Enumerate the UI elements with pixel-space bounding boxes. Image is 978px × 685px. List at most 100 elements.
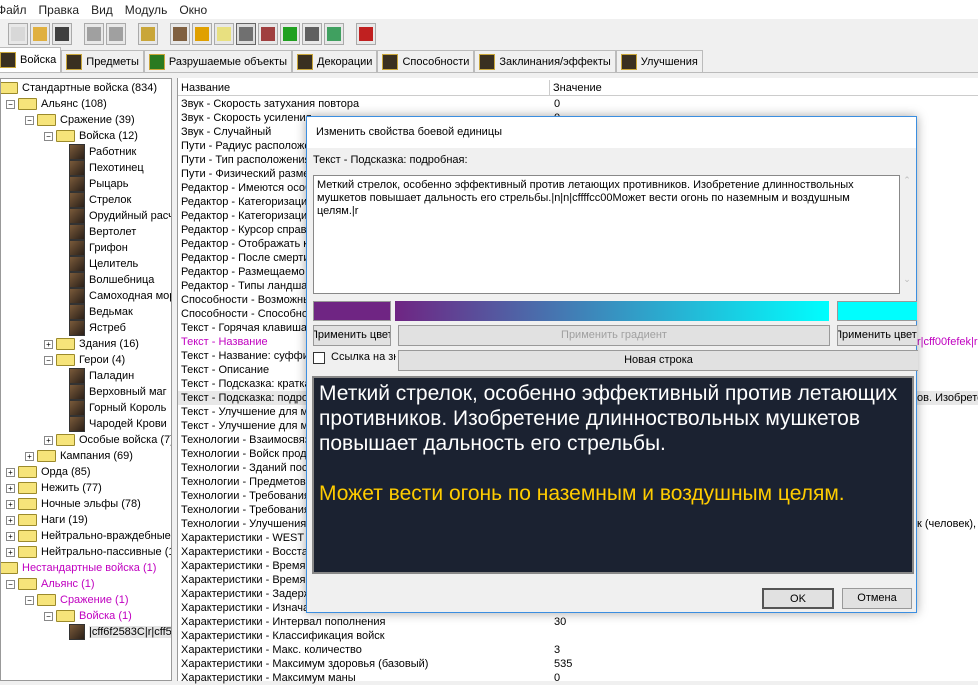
ok-button[interactable]: OK (762, 588, 834, 609)
tree-unit-item[interactable]: Орудийный расчет (69, 208, 171, 224)
tree-folder-item[interactable]: + Особые войска (7) (44, 432, 171, 448)
tree-unit-item[interactable]: Верховный маг (69, 384, 167, 400)
left-color-swatch[interactable] (313, 301, 391, 321)
import-button[interactable] (302, 23, 322, 45)
new-button[interactable] (8, 23, 28, 45)
tree-unit-item[interactable]: Пехотинец (69, 160, 144, 176)
text-button[interactable] (192, 23, 212, 45)
expand-toggle-icon[interactable]: + (6, 547, 15, 557)
tree-unit-item[interactable]: Рыцарь (69, 176, 129, 192)
menu-4[interactable]: Окно (173, 3, 213, 17)
expand-toggle-icon[interactable]: + (6, 531, 15, 541)
expand-toggle-icon[interactable]: − (25, 595, 34, 605)
new-line-button[interactable]: Новая строка (398, 350, 918, 371)
copy-button[interactable] (84, 23, 104, 45)
apply-left-color-button[interactable]: Применить цвет (313, 325, 391, 346)
tree-unit-item[interactable]: Ястреб (69, 320, 126, 336)
tree-folder-item[interactable]: + Ночные эльфы (78) (6, 496, 141, 512)
tab-6[interactable]: Улучшения (615, 50, 703, 72)
tab-2[interactable]: Разрушаемые объекты (143, 50, 292, 72)
cancel-button[interactable]: Отмена (842, 588, 912, 609)
tree-unit-item[interactable]: |cff6f2583C|r|cff5c (69, 624, 171, 640)
column-header-value[interactable]: Значение (550, 80, 978, 95)
save-button[interactable] (52, 23, 72, 45)
tree-folder-item[interactable]: − Сражение (39) (25, 112, 135, 128)
expand-toggle-icon[interactable]: + (6, 467, 15, 477)
scroll-down-icon[interactable]: ⌄ (900, 274, 914, 285)
expand-toggle-icon[interactable]: + (44, 435, 53, 445)
grid-row[interactable]: Характеристики - Интервал пополнения 30 (178, 615, 978, 629)
ai-editor-button[interactable] (280, 23, 300, 45)
menu-0[interactable]: Файл (0, 3, 33, 17)
tree-unit-item[interactable]: Горный Король (69, 400, 166, 416)
tree-folder-item[interactable]: − Войска (12) (44, 128, 138, 144)
expand-toggle-icon[interactable]: + (6, 483, 15, 493)
scroll-up-icon[interactable]: ⌃ (900, 175, 914, 186)
tree-folder-item[interactable]: + Здания (16) (44, 336, 139, 352)
expand-toggle-icon[interactable]: − (25, 115, 34, 125)
expand-toggle-icon[interactable]: + (25, 451, 34, 461)
expand-toggle-icon[interactable]: − (6, 99, 15, 109)
expand-toggle-icon[interactable]: − (44, 131, 53, 141)
tree-unit-item[interactable]: Волшебница (69, 272, 154, 288)
grid-row[interactable]: Звук - Скорость затухания повтора 0 (178, 97, 978, 111)
reference-value-checkbox[interactable] (313, 352, 325, 364)
tab-4[interactable]: Способности (377, 50, 475, 72)
menu-2[interactable]: Вид (85, 3, 119, 17)
tree-unit-item[interactable]: Стрелок (69, 192, 131, 208)
tree-unit-item[interactable]: Целитель (69, 256, 138, 272)
grid-row[interactable]: Характеристики - Максимум здоровья (базо… (178, 657, 978, 671)
right-color-swatch[interactable] (837, 301, 917, 321)
test-map-button[interactable] (356, 23, 376, 45)
tree-folder-item[interactable]: + Нейтрально-пассивные (17 (6, 544, 171, 560)
value-textarea[interactable]: Меткий стрелок, особенно эффективный про… (313, 175, 900, 294)
tree-unit-item[interactable]: Паладин (69, 368, 134, 384)
grid-row[interactable]: Характеристики - Макс. количество 3 (178, 643, 978, 657)
tree-unit-item[interactable]: Чародей Крови (69, 416, 167, 432)
tree-unit-item[interactable]: Грифон (69, 240, 128, 256)
terrain-button[interactable] (170, 23, 190, 45)
campaign-button[interactable] (258, 23, 278, 45)
expand-toggle-icon[interactable]: + (6, 515, 15, 525)
textarea-scrollbar[interactable]: ⌃ ⌄ (900, 175, 914, 294)
tree-unit-item[interactable]: Работник (69, 144, 136, 160)
tab-3[interactable]: Декорации (292, 50, 378, 72)
tree-folder-item[interactable]: + Кампания (69) (25, 448, 133, 464)
export-button[interactable] (324, 23, 344, 45)
expand-toggle-icon[interactable]: + (44, 339, 53, 349)
apply-gradient-button[interactable]: Применить градиент (398, 325, 830, 346)
tree-folder-item[interactable]: Стандартные войска (834) (1, 80, 157, 96)
tree-folder-item[interactable]: + Нейтрально-враждебные (2 (6, 528, 171, 544)
tree-folder-item[interactable]: − Альянс (1) (6, 576, 95, 592)
menu-1[interactable]: Правка (33, 3, 86, 17)
tree-folder-item[interactable]: + Нежить (77) (6, 480, 102, 496)
sound-button[interactable] (214, 23, 234, 45)
object-editor-button[interactable] (236, 23, 256, 45)
tree-folder-item[interactable]: − Герои (4) (44, 352, 125, 368)
grid-row[interactable]: Характеристики - Максимум маны 0 (178, 671, 978, 685)
apply-right-color-button[interactable]: Применить цвет (837, 325, 917, 346)
tree-folder-item[interactable]: − Альянс (108) (6, 96, 107, 112)
tab-1[interactable]: Предметы (61, 50, 144, 72)
expand-toggle-icon[interactable]: + (6, 499, 15, 509)
tab-0[interactable]: Войска (0, 47, 62, 72)
tree-folder-item[interactable]: Нестандартные войска (1) (1, 560, 156, 576)
unit-tree[interactable]: Стандартные войска (834) − Альянс (108) − Ср… (0, 78, 172, 681)
grid-row[interactable]: Характеристики - Классификация войск (178, 629, 978, 643)
expand-toggle-icon[interactable]: − (44, 355, 53, 365)
open-folder-button[interactable] (30, 23, 50, 45)
tree-folder-item[interactable]: + Орда (85) (6, 464, 91, 480)
tree-folder-item[interactable]: − Войска (1) (44, 608, 132, 624)
expand-toggle-icon[interactable]: − (44, 611, 53, 621)
units-editor-button[interactable] (138, 23, 158, 45)
tree-folder-item[interactable]: − Сражение (1) (25, 592, 129, 608)
column-header-name[interactable]: Название (178, 80, 550, 95)
menu-3[interactable]: Модуль (119, 3, 174, 17)
tab-5[interactable]: Заклинания/эффекты (474, 50, 616, 72)
tree-unit-item[interactable]: Ведьмак (69, 304, 133, 320)
tree-folder-item[interactable]: + Наги (19) (6, 512, 88, 528)
paste-button[interactable] (106, 23, 126, 45)
value-text[interactable]: Меткий стрелок, особенно эффективный про… (317, 179, 877, 218)
expand-toggle-icon[interactable]: − (6, 579, 15, 589)
tree-unit-item[interactable]: Вертолет (69, 224, 136, 240)
